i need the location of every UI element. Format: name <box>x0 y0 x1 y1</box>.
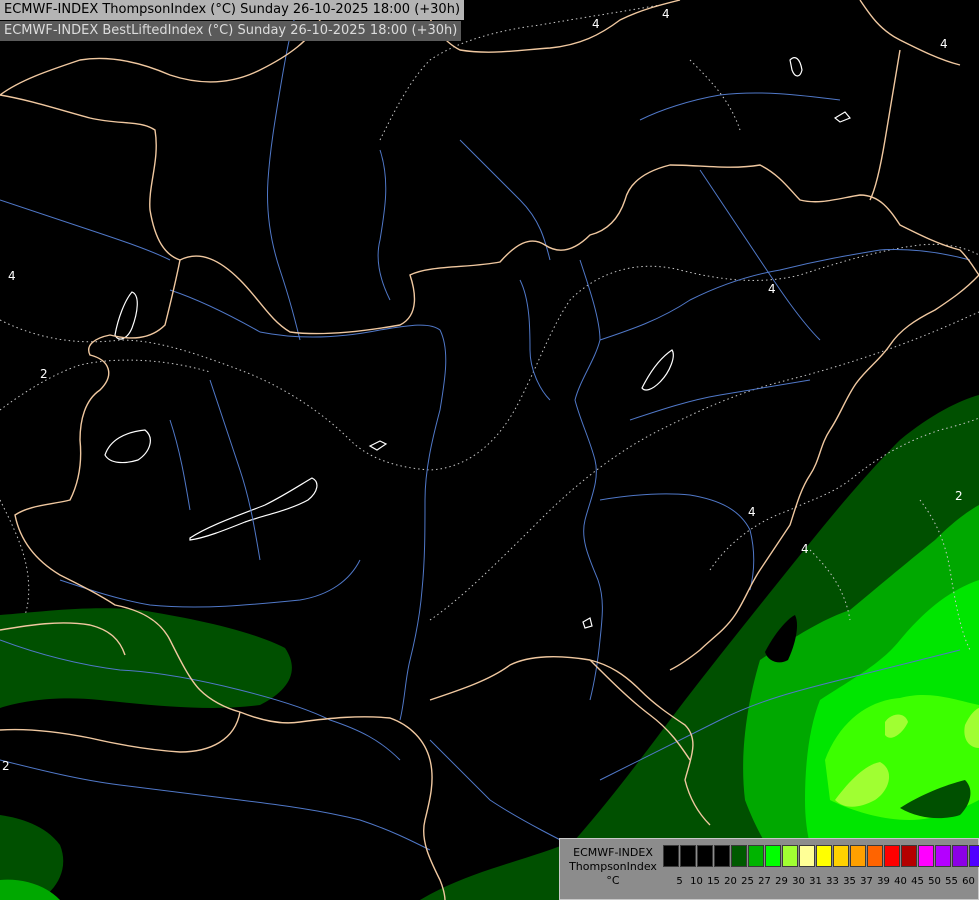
legend-label: 29 <box>775 876 788 887</box>
contour-label: 2 <box>40 367 48 381</box>
contour-label: 2 <box>955 489 963 503</box>
legend-label: 37 <box>860 876 873 887</box>
legend-label: 50 <box>928 876 941 887</box>
map-title-thompson-index: ECMWF-INDEX ThompsonIndex (°C) Sunday 26… <box>0 0 465 20</box>
map-title-best-lifted-index: ECMWF-INDEX BestLiftedIndex (°C) Sunday … <box>0 21 462 41</box>
legend-swatch <box>663 845 679 867</box>
legend-label: 31 <box>809 876 822 887</box>
contour-label: 4 <box>768 282 776 296</box>
legend-swatch <box>748 845 764 867</box>
weather-map: 4 4 2 4 4 2 4 4 4 2 <box>0 0 979 900</box>
contour-label: 4 <box>8 269 16 283</box>
legend-swatch <box>850 845 866 867</box>
color-legend: ECMWF-INDEX ThompsonIndex °C 5 10 15 20 25 27… <box>559 838 979 900</box>
legend-label: 35 <box>843 876 856 887</box>
legend-swatch <box>952 845 968 867</box>
legend-label: 45 <box>911 876 924 887</box>
legend-swatch <box>884 845 900 867</box>
legend-title: ECMWF-INDEX ThompsonIndex °C <box>565 846 661 888</box>
legend-swatch <box>816 845 832 867</box>
legend-label: 10 <box>690 876 703 887</box>
legend-swatch <box>969 845 979 867</box>
legend-label: 39 <box>877 876 890 887</box>
legend-swatch <box>901 845 917 867</box>
legend-label: 15 <box>707 876 720 887</box>
legend-swatch <box>731 845 747 867</box>
legend-label: 25 <box>741 876 754 887</box>
legend-swatch <box>867 845 883 867</box>
legend-swatch <box>680 845 696 867</box>
legend-label: 27 <box>758 876 771 887</box>
legend-swatch <box>714 845 730 867</box>
contour-label: 4 <box>801 542 809 556</box>
legend-swatch <box>697 845 713 867</box>
contour-label: 2 <box>2 759 10 773</box>
legend-swatch <box>782 845 798 867</box>
legend-unit: °C <box>606 874 620 887</box>
legend-label: 30 <box>792 876 805 887</box>
legend-label: 55 <box>945 876 958 887</box>
legend-swatch <box>799 845 815 867</box>
legend-swatch <box>765 845 781 867</box>
contour-label: 4 <box>748 505 756 519</box>
contour-label: 4 <box>662 7 670 21</box>
legend-label: 20 <box>724 876 737 887</box>
legend-swatch <box>918 845 934 867</box>
legend-label: 60 <box>962 876 975 887</box>
legend-swatch <box>833 845 849 867</box>
legend-label: 40 <box>894 876 907 887</box>
legend-label: 5 <box>676 876 683 887</box>
legend-swatches <box>663 845 979 867</box>
legend-model: ECMWF-INDEX <box>573 846 653 859</box>
legend-label: 33 <box>826 876 839 887</box>
contour-label: 4 <box>940 37 948 51</box>
legend-parameter: ThompsonIndex <box>569 860 657 873</box>
contour-label: 4 <box>592 17 600 31</box>
legend-swatch <box>935 845 951 867</box>
legend-labels: 5 10 15 20 25 27 29 30 31 33 35 37 39 40 45 50 55 60 <box>663 876 977 887</box>
